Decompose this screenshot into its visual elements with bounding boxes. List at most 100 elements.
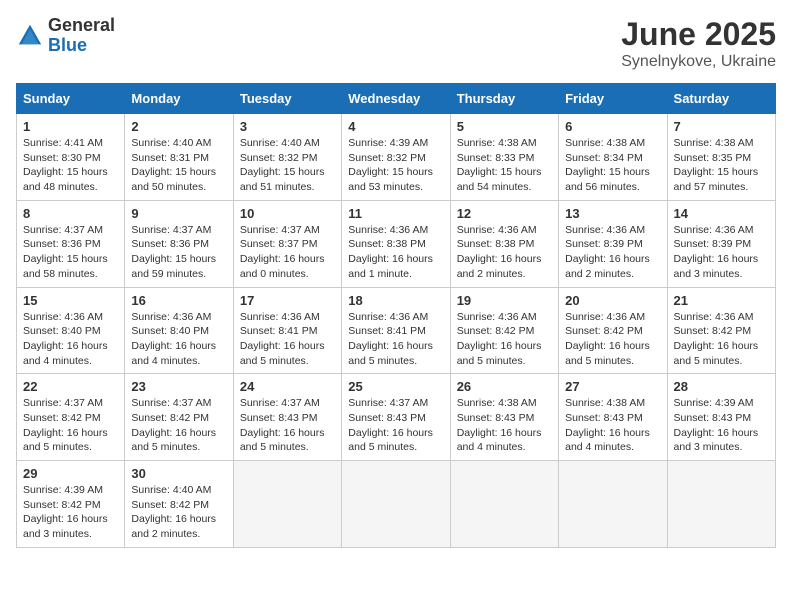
day-number: 21 (674, 293, 769, 308)
calendar-cell: 19 Sunrise: 4:36 AM Sunset: 8:42 PM Dayl… (450, 287, 558, 374)
col-header-tuesday: Tuesday (233, 84, 341, 114)
sunrise-label: Sunrise: 4:36 AM (565, 224, 645, 236)
day-info: Sunrise: 4:39 AM Sunset: 8:32 PM Dayligh… (348, 136, 443, 195)
daylight-label: Daylight: 16 hours and 5 minutes. (457, 340, 542, 367)
day-info: Sunrise: 4:37 AM Sunset: 8:42 PM Dayligh… (23, 396, 118, 455)
day-info: Sunrise: 4:40 AM Sunset: 8:42 PM Dayligh… (131, 483, 226, 542)
day-info: Sunrise: 4:40 AM Sunset: 8:32 PM Dayligh… (240, 136, 335, 195)
calendar-week-1: 1 Sunrise: 4:41 AM Sunset: 8:30 PM Dayli… (17, 114, 776, 201)
calendar-cell (342, 461, 450, 548)
day-number: 25 (348, 379, 443, 394)
daylight-label: Daylight: 16 hours and 4 minutes. (131, 340, 216, 367)
sunrise-label: Sunrise: 4:37 AM (131, 224, 211, 236)
sunset-label: Sunset: 8:33 PM (457, 152, 535, 164)
daylight-label: Daylight: 16 hours and 5 minutes. (565, 340, 650, 367)
sunrise-label: Sunrise: 4:36 AM (348, 224, 428, 236)
day-info: Sunrise: 4:38 AM Sunset: 8:35 PM Dayligh… (674, 136, 769, 195)
calendar-cell: 9 Sunrise: 4:37 AM Sunset: 8:36 PM Dayli… (125, 200, 233, 287)
day-info: Sunrise: 4:36 AM Sunset: 8:38 PM Dayligh… (457, 223, 552, 282)
logo-icon (16, 22, 44, 50)
calendar-cell: 10 Sunrise: 4:37 AM Sunset: 8:37 PM Dayl… (233, 200, 341, 287)
calendar-cell: 5 Sunrise: 4:38 AM Sunset: 8:33 PM Dayli… (450, 114, 558, 201)
day-info: Sunrise: 4:36 AM Sunset: 8:39 PM Dayligh… (674, 223, 769, 282)
daylight-label: Daylight: 16 hours and 4 minutes. (565, 427, 650, 454)
daylight-label: Daylight: 15 hours and 48 minutes. (23, 166, 108, 193)
day-number: 3 (240, 119, 335, 134)
calendar-cell (450, 461, 558, 548)
sunrise-label: Sunrise: 4:36 AM (457, 311, 537, 323)
calendar-cell: 21 Sunrise: 4:36 AM Sunset: 8:42 PM Dayl… (667, 287, 775, 374)
sunrise-label: Sunrise: 4:36 AM (240, 311, 320, 323)
daylight-label: Daylight: 16 hours and 5 minutes. (348, 427, 433, 454)
daylight-label: Daylight: 16 hours and 4 minutes. (457, 427, 542, 454)
sunset-label: Sunset: 8:42 PM (131, 499, 209, 511)
sunset-label: Sunset: 8:41 PM (240, 325, 318, 337)
day-info: Sunrise: 4:36 AM Sunset: 8:40 PM Dayligh… (23, 310, 118, 369)
sunrise-label: Sunrise: 4:37 AM (348, 397, 428, 409)
day-number: 5 (457, 119, 552, 134)
day-info: Sunrise: 4:37 AM Sunset: 8:37 PM Dayligh… (240, 223, 335, 282)
calendar-cell: 18 Sunrise: 4:36 AM Sunset: 8:41 PM Dayl… (342, 287, 450, 374)
sunrise-label: Sunrise: 4:39 AM (23, 484, 103, 496)
calendar-week-3: 15 Sunrise: 4:36 AM Sunset: 8:40 PM Dayl… (17, 287, 776, 374)
calendar-cell: 27 Sunrise: 4:38 AM Sunset: 8:43 PM Dayl… (559, 374, 667, 461)
calendar-cell: 11 Sunrise: 4:36 AM Sunset: 8:38 PM Dayl… (342, 200, 450, 287)
day-number: 6 (565, 119, 660, 134)
daylight-label: Daylight: 16 hours and 1 minute. (348, 253, 433, 280)
col-header-sunday: Sunday (17, 84, 125, 114)
sunrise-label: Sunrise: 4:38 AM (565, 137, 645, 149)
day-info: Sunrise: 4:38 AM Sunset: 8:43 PM Dayligh… (457, 396, 552, 455)
day-number: 14 (674, 206, 769, 221)
sunrise-label: Sunrise: 4:39 AM (348, 137, 428, 149)
day-info: Sunrise: 4:36 AM Sunset: 8:39 PM Dayligh… (565, 223, 660, 282)
calendar-cell: 8 Sunrise: 4:37 AM Sunset: 8:36 PM Dayli… (17, 200, 125, 287)
col-header-thursday: Thursday (450, 84, 558, 114)
sunset-label: Sunset: 8:42 PM (23, 412, 101, 424)
daylight-label: Daylight: 15 hours and 57 minutes. (674, 166, 759, 193)
sunset-label: Sunset: 8:43 PM (674, 412, 752, 424)
day-number: 7 (674, 119, 769, 134)
page-title: June 2025 (621, 16, 776, 53)
day-number: 27 (565, 379, 660, 394)
daylight-label: Daylight: 16 hours and 5 minutes. (23, 427, 108, 454)
daylight-label: Daylight: 15 hours and 54 minutes. (457, 166, 542, 193)
day-info: Sunrise: 4:37 AM Sunset: 8:43 PM Dayligh… (240, 396, 335, 455)
sunset-label: Sunset: 8:43 PM (457, 412, 535, 424)
calendar-header-row: SundayMondayTuesdayWednesdayThursdayFrid… (17, 84, 776, 114)
day-number: 23 (131, 379, 226, 394)
daylight-label: Daylight: 15 hours and 53 minutes. (348, 166, 433, 193)
daylight-label: Daylight: 15 hours and 51 minutes. (240, 166, 325, 193)
sunset-label: Sunset: 8:37 PM (240, 238, 318, 250)
col-header-friday: Friday (559, 84, 667, 114)
sunrise-label: Sunrise: 4:37 AM (131, 397, 211, 409)
calendar-cell: 17 Sunrise: 4:36 AM Sunset: 8:41 PM Dayl… (233, 287, 341, 374)
sunrise-label: Sunrise: 4:37 AM (240, 224, 320, 236)
sunset-label: Sunset: 8:31 PM (131, 152, 209, 164)
daylight-label: Daylight: 15 hours and 56 minutes. (565, 166, 650, 193)
calendar-cell (233, 461, 341, 548)
calendar-cell: 26 Sunrise: 4:38 AM Sunset: 8:43 PM Dayl… (450, 374, 558, 461)
page-header: General Blue June 2025 Synelnykove, Ukra… (16, 16, 776, 71)
day-info: Sunrise: 4:39 AM Sunset: 8:42 PM Dayligh… (23, 483, 118, 542)
daylight-label: Daylight: 16 hours and 4 minutes. (23, 340, 108, 367)
sunrise-label: Sunrise: 4:38 AM (565, 397, 645, 409)
calendar-cell: 16 Sunrise: 4:36 AM Sunset: 8:40 PM Dayl… (125, 287, 233, 374)
sunset-label: Sunset: 8:42 PM (457, 325, 535, 337)
sunset-label: Sunset: 8:42 PM (565, 325, 643, 337)
day-number: 15 (23, 293, 118, 308)
sunrise-label: Sunrise: 4:37 AM (240, 397, 320, 409)
daylight-label: Daylight: 16 hours and 5 minutes. (240, 340, 325, 367)
sunrise-label: Sunrise: 4:36 AM (674, 224, 754, 236)
sunset-label: Sunset: 8:38 PM (348, 238, 426, 250)
day-number: 18 (348, 293, 443, 308)
day-info: Sunrise: 4:36 AM Sunset: 8:38 PM Dayligh… (348, 223, 443, 282)
day-info: Sunrise: 4:38 AM Sunset: 8:34 PM Dayligh… (565, 136, 660, 195)
sunset-label: Sunset: 8:41 PM (348, 325, 426, 337)
daylight-label: Daylight: 16 hours and 2 minutes. (457, 253, 542, 280)
calendar-table: SundayMondayTuesdayWednesdayThursdayFrid… (16, 83, 776, 548)
calendar-cell: 15 Sunrise: 4:36 AM Sunset: 8:40 PM Dayl… (17, 287, 125, 374)
sunrise-label: Sunrise: 4:40 AM (240, 137, 320, 149)
day-number: 22 (23, 379, 118, 394)
calendar-cell: 13 Sunrise: 4:36 AM Sunset: 8:39 PM Dayl… (559, 200, 667, 287)
day-number: 26 (457, 379, 552, 394)
